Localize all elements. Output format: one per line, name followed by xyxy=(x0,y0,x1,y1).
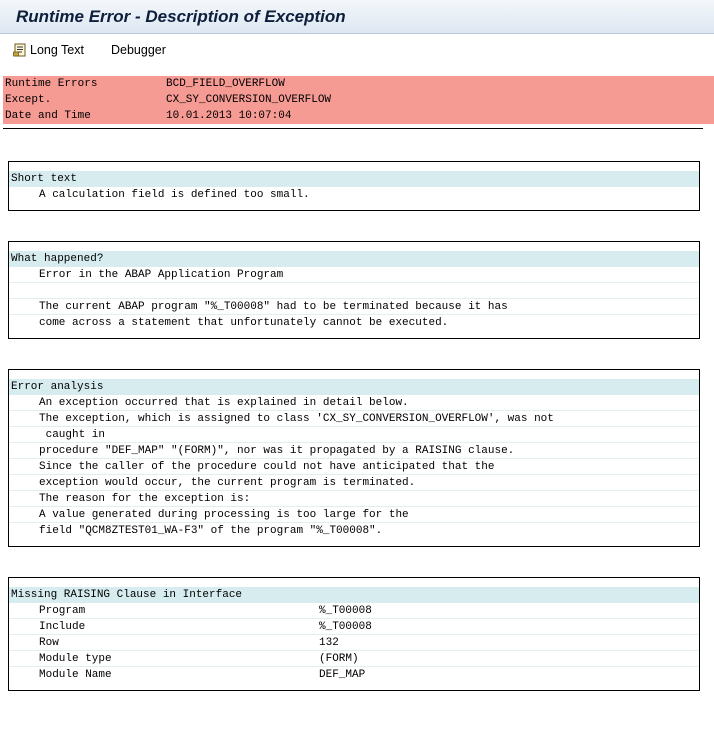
detail-row-module-type: Module type (FORM) xyxy=(9,651,699,667)
section-line: A value generated during processing is t… xyxy=(9,507,699,523)
section-line: exception would occur, the current progr… xyxy=(9,475,699,491)
detail-value: DEF_MAP xyxy=(319,669,366,681)
detail-key: Include xyxy=(39,621,86,633)
header-row-runtime-errors: Runtime Errors BCD_FIELD_OVERFLOW xyxy=(3,76,714,92)
section-line: field "QCM8ZTEST01_WA-F3" of the program… xyxy=(39,525,383,537)
section-line: Since the caller of the procedure could … xyxy=(9,459,699,475)
title-bar: Runtime Error - Description of Exception xyxy=(0,0,714,34)
section-line: A calculation field is defined too small… xyxy=(39,189,310,201)
section-title: What happened? xyxy=(9,251,699,267)
long-text-label: Long Text xyxy=(30,43,84,57)
section-line: The reason for the exception is: xyxy=(9,491,699,507)
detail-value: %_T00008 xyxy=(319,621,372,633)
section-short-text: Short text A calculation field is define… xyxy=(8,161,700,211)
long-text-button[interactable]: Long Text xyxy=(13,41,84,59)
section-what-happened: What happened? Error in the ABAP Applica… xyxy=(8,241,700,339)
section-line xyxy=(9,283,699,299)
application-toolbar: Long Text Debugger xyxy=(0,34,714,66)
window-title: Runtime Error - Description of Exception xyxy=(16,7,346,26)
section-title: Error analysis xyxy=(9,379,699,395)
detail-row-program: Program %_T00008 xyxy=(9,603,699,619)
section-line: Error in the ABAP Application Program xyxy=(9,267,699,283)
detail-value: %_T00008 xyxy=(319,605,372,617)
section-missing-raising-clause: Missing RAISING Clause in Interface Prog… xyxy=(8,577,700,691)
detail-key: Module type xyxy=(39,653,112,665)
header-key: Except. xyxy=(5,94,52,106)
section-title: Missing RAISING Clause in Interface xyxy=(9,587,699,603)
header-value: CX_SY_CONVERSION_OVERFLOW xyxy=(166,94,332,106)
detail-key: Program xyxy=(39,605,86,617)
section-error-analysis: Error analysis An exception occurred tha… xyxy=(8,369,700,547)
header-row-exception: Except. CX_SY_CONVERSION_OVERFLOW xyxy=(3,92,714,108)
header-value: BCD_FIELD_OVERFLOW xyxy=(166,78,285,90)
detail-key: Row xyxy=(39,637,59,649)
detail-value: 132 xyxy=(319,637,339,649)
section-line: The current ABAP program "%_T00008" had … xyxy=(9,299,699,315)
section-line: procedure "DEF_MAP" "(FORM)", nor was it… xyxy=(9,443,699,459)
document-text-icon xyxy=(13,43,27,57)
detail-key: Module Name xyxy=(39,669,112,681)
header-key: Runtime Errors xyxy=(5,78,98,90)
section-line: come across a statement that unfortunate… xyxy=(39,317,449,329)
debugger-label: Debugger xyxy=(111,43,166,57)
section-line: caught in xyxy=(9,427,699,443)
header-value: 10.01.2013 10:07:04 xyxy=(166,110,292,122)
header-key: Date and Time xyxy=(5,110,91,122)
detail-row-include: Include %_T00008 xyxy=(9,619,699,635)
debugger-button[interactable]: Debugger xyxy=(111,41,166,59)
section-line: An exception occurred that is explained … xyxy=(9,395,699,411)
detail-row-module-name: Module Name DEF_MAP xyxy=(9,667,699,682)
header-divider xyxy=(3,128,703,129)
detail-row-row: Row 132 xyxy=(9,635,699,651)
error-header: Runtime Errors BCD_FIELD_OVERFLOW Except… xyxy=(3,76,714,124)
section-title: Short text xyxy=(9,171,699,187)
section-line: The exception, which is assigned to clas… xyxy=(9,411,699,427)
header-row-date-time: Date and Time 10.01.2013 10:07:04 xyxy=(3,108,714,124)
detail-value: (FORM) xyxy=(319,653,359,665)
